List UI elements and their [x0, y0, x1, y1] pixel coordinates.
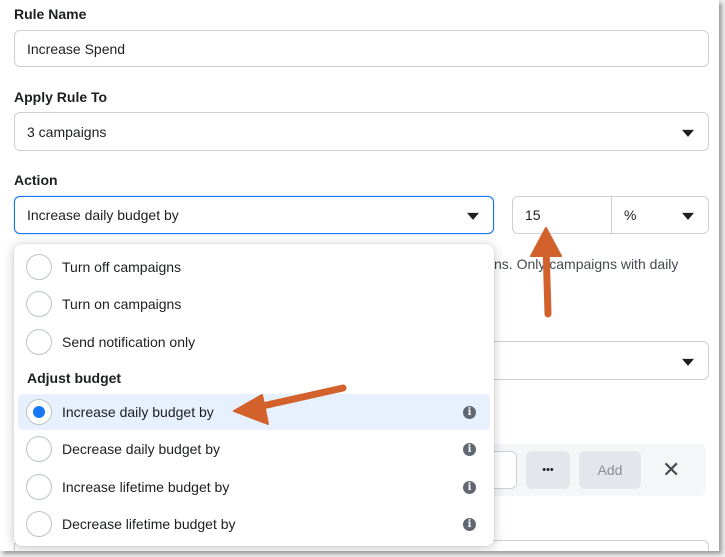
action-hint-text: ns. Only campaigns with daily — [494, 256, 679, 272]
apply-rule-label: Apply Rule To — [14, 89, 108, 105]
option-label: Turn off campaigns — [62, 259, 182, 275]
radio-button-selected[interactable] — [26, 399, 52, 425]
more-button[interactable]: ••• — [526, 451, 570, 489]
option-increase-daily-budget[interactable]: Increase daily budget by i — [18, 394, 490, 430]
info-icon[interactable]: i — [463, 517, 476, 531]
action-value: Increase daily budget by — [27, 207, 179, 223]
option-label: Send notification only — [62, 334, 196, 350]
unit-select[interactable]: % — [611, 196, 709, 234]
radio-button[interactable] — [26, 511, 52, 537]
radio-button[interactable] — [26, 474, 52, 500]
radio-button[interactable] — [26, 329, 52, 355]
apply-rule-select[interactable]: 3 campaigns — [14, 112, 709, 151]
apply-rule-value: 3 campaigns — [27, 123, 107, 140]
add-button-label: Add — [597, 462, 623, 478]
rule-name-input[interactable]: Increase Spend — [14, 30, 709, 67]
option-decrease-daily-budget[interactable]: Decrease daily budget by i — [18, 431, 490, 467]
option-label: Turn on campaigns — [62, 296, 182, 312]
caret-down-icon — [682, 129, 694, 137]
action-select[interactable]: Increase daily budget by — [14, 196, 494, 234]
option-send-notification-only[interactable]: Send notification only — [18, 324, 490, 360]
action-label: Action — [14, 172, 58, 188]
option-label: Increase daily budget by — [62, 404, 214, 420]
rule-name-label: Rule Name — [14, 6, 87, 22]
option-label: Increase lifetime budget by — [62, 479, 230, 495]
unit-value: % — [624, 207, 637, 223]
info-icon[interactable]: i — [463, 405, 476, 419]
option-decrease-lifetime-budget[interactable]: Decrease lifetime budget by i — [18, 506, 490, 542]
add-button[interactable]: Add — [579, 451, 641, 489]
radio-button[interactable] — [26, 436, 52, 462]
caret-down-icon — [682, 358, 694, 366]
more-icon: ••• — [542, 464, 554, 476]
rule-name-value: Increase Spend — [27, 40, 126, 57]
radio-button[interactable] — [26, 254, 52, 280]
option-turn-on-campaigns[interactable]: Turn on campaigns — [18, 286, 490, 322]
option-label: Decrease lifetime budget by — [62, 516, 236, 532]
rule-editor-panel: Rule Name Increase Spend Apply Rule To 3… — [0, 0, 719, 551]
info-icon[interactable]: i — [463, 442, 476, 456]
radio-button[interactable] — [26, 291, 52, 317]
option-increase-lifetime-budget[interactable]: Increase lifetime budget by i — [18, 469, 490, 505]
caret-down-icon — [467, 212, 479, 220]
caret-down-icon — [682, 212, 694, 220]
info-icon[interactable]: i — [463, 480, 476, 494]
amount-value: 15 — [525, 207, 541, 223]
close-icon[interactable]: ✕ — [662, 459, 680, 481]
option-turn-off-campaigns[interactable]: Turn off campaigns — [18, 249, 490, 285]
action-dropdown-menu: Turn off campaigns Turn on campaigns Sen… — [14, 244, 494, 546]
amount-input[interactable]: 15 — [512, 196, 612, 234]
adjust-budget-heading: Adjust budget — [27, 370, 122, 386]
option-label: Decrease daily budget by — [62, 441, 220, 457]
